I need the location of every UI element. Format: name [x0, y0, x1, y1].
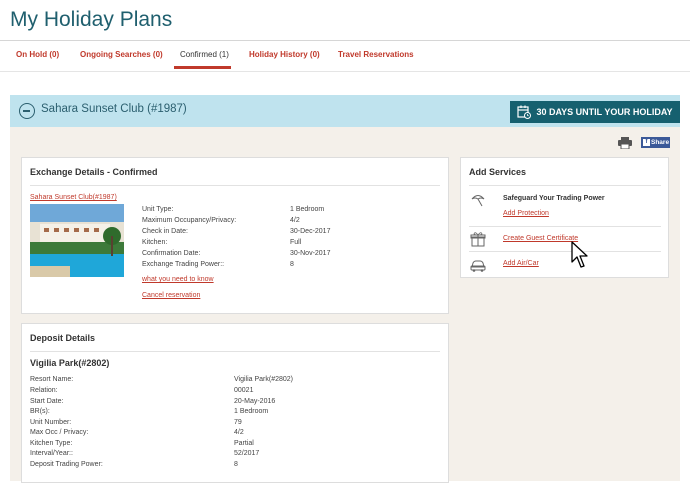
- car-icon: [470, 260, 486, 272]
- field-label: Kitchen:: [142, 239, 168, 246]
- tab-divider: [0, 71, 690, 72]
- club-header-bar: Sahara Sunset Club (#1987) 30 DAYS UNTIL…: [10, 95, 680, 127]
- holiday-countdown-badge: 30 DAYS UNTIL YOUR HOLIDAY: [510, 101, 680, 123]
- field-value: 8: [234, 461, 238, 468]
- create-guest-certificate-link[interactable]: Create Guest Certificate: [503, 235, 578, 242]
- gift-icon: [470, 232, 486, 247]
- resort-link[interactable]: Sahara Sunset Club(#1987): [30, 194, 117, 201]
- exchange-details-card: Exchange Details - Confirmed Sahara Suns…: [21, 157, 449, 314]
- field-label: Exchange Trading Power::: [142, 261, 225, 268]
- deposit-resort-name: Vigilia Park(#2802): [30, 358, 110, 368]
- divider: [469, 251, 661, 252]
- deposit-details-title: Deposit Details: [30, 333, 96, 343]
- add-protection-link[interactable]: Add Protection: [503, 210, 549, 217]
- field-value: Full: [290, 239, 302, 246]
- field-label: Maximum Occupancy/Privacy:: [142, 217, 237, 224]
- field-label: BR(s):: [30, 408, 50, 415]
- mouse-pointer-icon: [571, 241, 588, 268]
- field-label: Check in Date:: [142, 228, 188, 235]
- field-label: Start Date:: [30, 398, 64, 405]
- field-label: Confirmation Date:: [142, 250, 201, 257]
- umbrella-icon: [471, 195, 485, 207]
- field-label: Max Occ / Privacy:: [30, 429, 89, 436]
- add-services-card: Add Services Safeguard Your Trading Powe…: [460, 157, 669, 278]
- field-value: 52/2017: [234, 450, 260, 457]
- field-value: 1 Bedroom: [290, 206, 325, 213]
- add-air-car-link[interactable]: Add Air/Car: [503, 260, 539, 267]
- club-name: Sahara Sunset Club (#1987): [41, 103, 187, 115]
- field-label: Kitchen Type:: [30, 440, 73, 447]
- field-value: 79: [234, 419, 242, 426]
- facebook-icon: f: [643, 139, 650, 146]
- active-tab-indicator: [174, 66, 231, 69]
- calendar-clock-icon: [517, 105, 532, 119]
- field-value: 20-May-2016: [234, 398, 276, 405]
- deposit-details-card: Deposit Details Vigilia Park(#2802) Reso…: [21, 323, 449, 483]
- field-value: Partial: [234, 440, 254, 447]
- resort-photo: [30, 204, 124, 277]
- field-label: Relation:: [30, 387, 58, 394]
- field-label: Deposit Trading Power:: [30, 461, 103, 468]
- divider: [469, 185, 661, 186]
- field-value: 8: [290, 261, 294, 268]
- add-services-title: Add Services: [469, 167, 527, 177]
- field-value: 4/2: [290, 217, 300, 224]
- cancel-reservation-link[interactable]: Cancel reservation: [142, 292, 200, 299]
- reservation-content: f Share Exchange Details - Confirmed Sah…: [10, 127, 680, 483]
- countdown-text: 30 DAYS UNTIL YOUR HOLIDAY: [536, 107, 673, 117]
- field-label: Resort Name:: [30, 376, 74, 383]
- field-label: Unit Number:: [30, 419, 72, 426]
- what-you-need-to-know-link[interactable]: what you need to know: [142, 276, 214, 283]
- tab-confirmed[interactable]: Confirmed (1): [180, 50, 229, 59]
- collapse-minus-icon[interactable]: [19, 103, 35, 119]
- field-value: Vigilia Park(#2802): [234, 376, 294, 383]
- field-value: 00021: [234, 387, 254, 394]
- tab-on-hold[interactable]: On Hold (0): [16, 50, 59, 59]
- field-value: 30-Nov-2017: [290, 250, 331, 257]
- tab-travel-reservations[interactable]: Travel Reservations: [338, 50, 414, 59]
- field-value: 30-Dec-2017: [290, 228, 331, 235]
- page-title: My Holiday Plans: [10, 8, 173, 31]
- divider: [30, 351, 440, 352]
- service-heading: Safeguard Your Trading Power: [503, 195, 605, 202]
- share-label: Share: [651, 139, 670, 146]
- print-icon[interactable]: [618, 137, 632, 149]
- tab-holiday-history[interactable]: Holiday History (0): [249, 50, 320, 59]
- tab-ongoing-searches[interactable]: Ongoing Searches (0): [80, 50, 163, 59]
- facebook-share-button[interactable]: f Share: [641, 137, 670, 148]
- field-value: 4/2: [234, 429, 244, 436]
- field-label: Unit Type:: [142, 206, 174, 213]
- field-label: Interval/Year::: [30, 450, 73, 457]
- divider: [469, 226, 661, 227]
- field-value: 1 Bedroom: [234, 408, 269, 415]
- divider: [30, 185, 440, 186]
- tab-bar: On Hold (0) Ongoing Searches (0) Confirm…: [0, 41, 690, 71]
- exchange-details-title: Exchange Details - Confirmed: [30, 167, 158, 177]
